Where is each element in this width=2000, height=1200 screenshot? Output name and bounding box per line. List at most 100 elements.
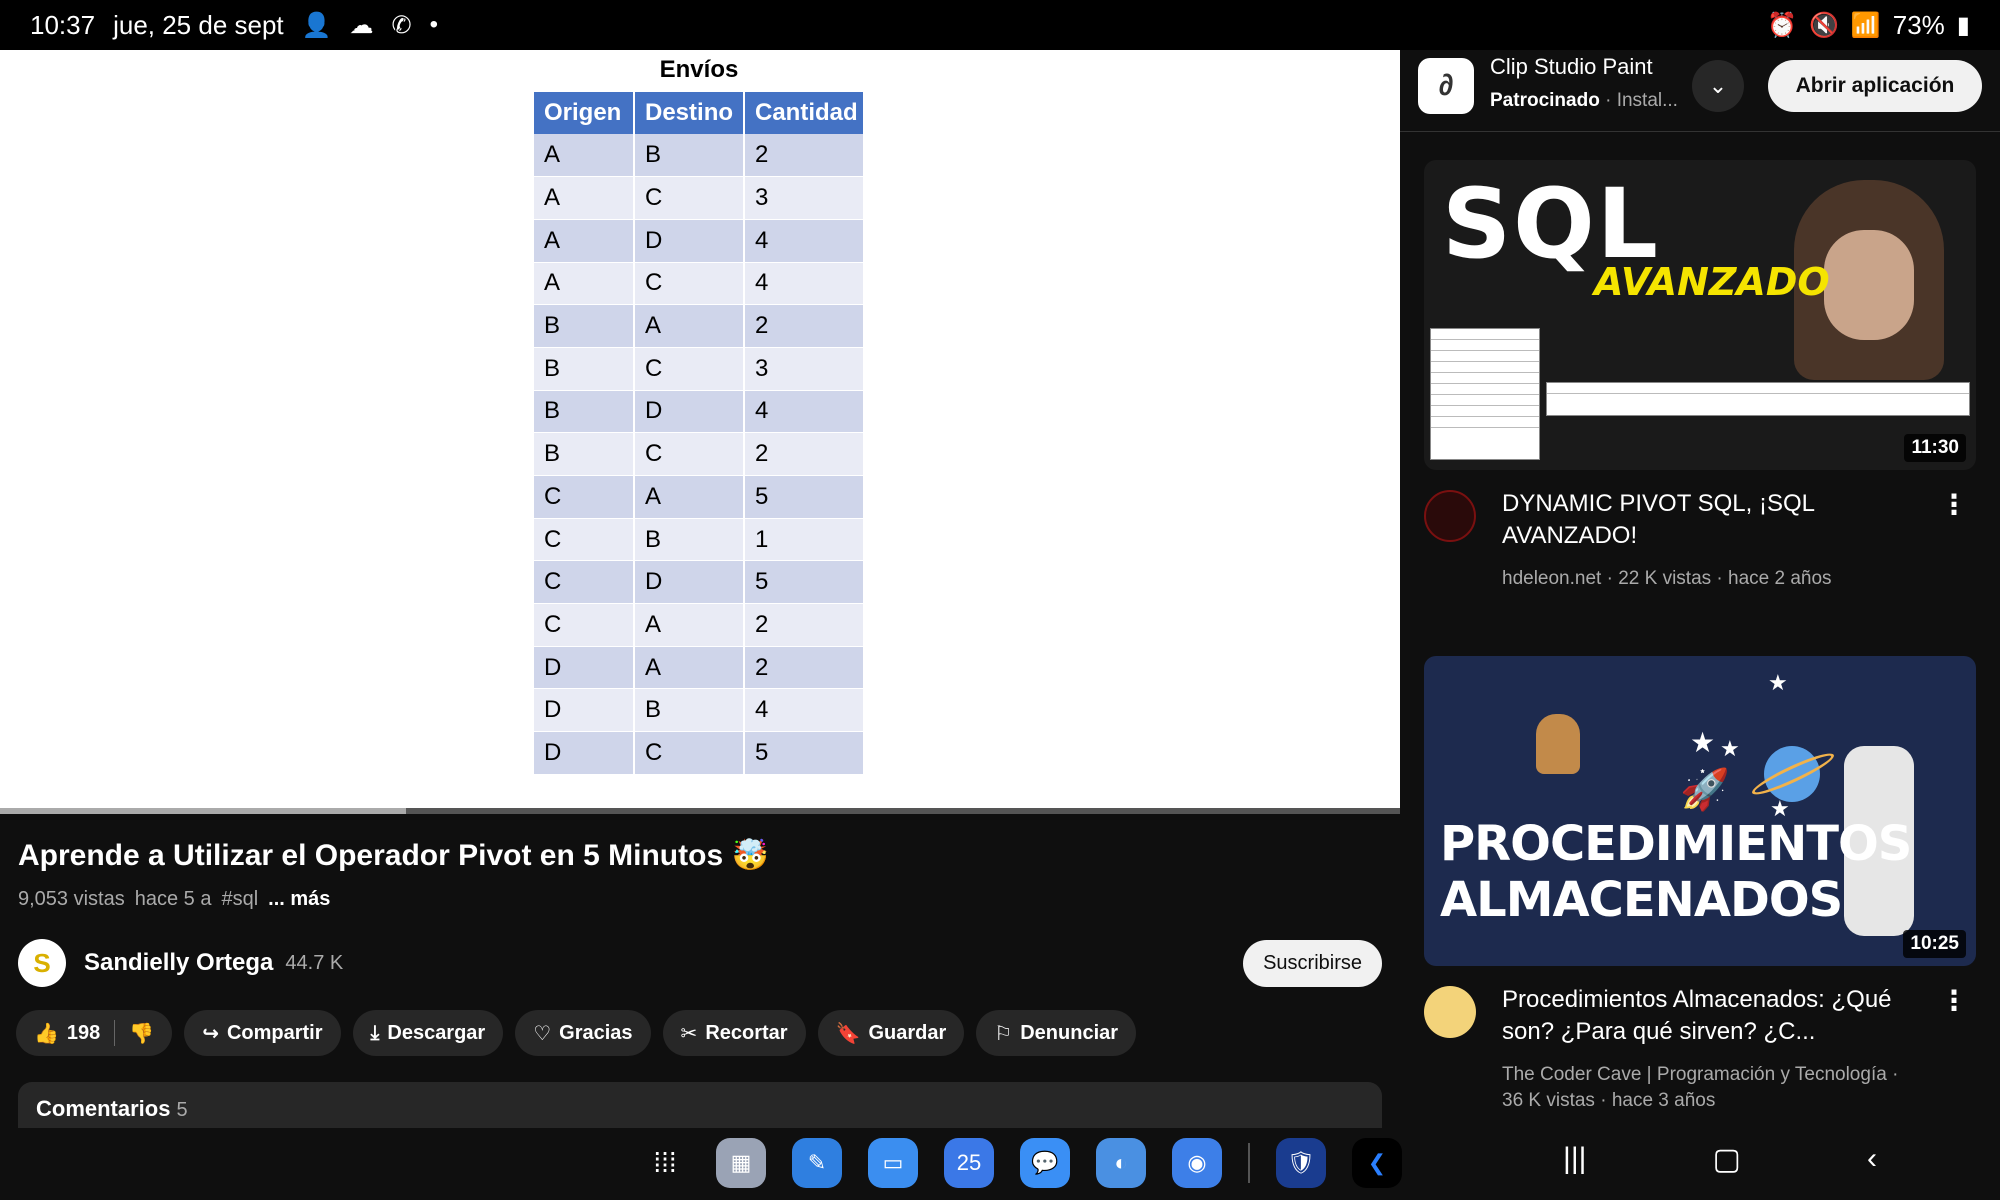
video-title[interactable]: DYNAMIC PIVOT SQL, ¡SQL AVANZADO! [1502, 488, 1922, 552]
like-dislike-group: 👍 198 👎 [16, 1010, 173, 1056]
mute-icon: 🔇 [1808, 11, 1839, 39]
thumbnail-pivot-graphic [1546, 382, 1970, 416]
share-button[interactable]: ↪ Compartir [184, 1010, 341, 1056]
table-row: BC3 [534, 347, 865, 391]
chevron-down-icon[interactable]: ⌄ [1692, 60, 1744, 112]
table-cell: C [534, 475, 635, 519]
table-cell: 4 [744, 219, 865, 263]
video-thumbnail[interactable]: ★ ★ ★ ★ 🚀 PROCEDIMIENTOS ALMACENADOS 10:… [1424, 656, 1976, 966]
table-row: BC2 [534, 432, 865, 476]
browser-app-icon[interactable]: ◐ [1096, 1138, 1146, 1188]
table-cell: B [634, 518, 745, 562]
subscribe-button[interactable]: Suscribirse [1243, 939, 1382, 987]
report-button[interactable]: ⚐ Denunciar [976, 1010, 1137, 1056]
calendar-app-icon[interactable]: 25 [944, 1138, 994, 1188]
save-button[interactable]: 🔖 Guardar [817, 1010, 965, 1056]
table-cell: A [534, 134, 635, 178]
bearded-character-icon [1536, 714, 1580, 774]
progress-fill [0, 808, 406, 814]
clip-button[interactable]: ✂ Recortar [662, 1010, 806, 1056]
wifi-icon: 📶 [1850, 11, 1881, 39]
column-header: Cantidad [744, 92, 865, 134]
sponsored-label: Patrocinado [1490, 90, 1600, 111]
app-drawer-icon[interactable]: ⁞⁞⁞ [640, 1138, 690, 1188]
thumbnail-text-avanzado: AVANZADO [1594, 260, 1830, 304]
table-row: CA2 [534, 603, 865, 647]
person-icon: 👤 [301, 11, 332, 39]
back-icon[interactable]: ‹ [1867, 1142, 1877, 1177]
thumbs-up-icon[interactable]: 👍 [34, 1021, 59, 1046]
envios-table: Origen Destino Cantidad AB2AC3AD4AC4BA2B… [534, 92, 865, 775]
camera-app-icon[interactable]: ◉ [1172, 1138, 1222, 1188]
progress-bar[interactable] [0, 808, 1400, 814]
column-header: Origen [534, 92, 635, 134]
channel-row: S Sandielly Ortega 44.7 K Suscribirse [18, 938, 1382, 988]
more-options-icon[interactable]: ⋮ [1940, 984, 1968, 1017]
comments-count: 5 [176, 1099, 188, 1121]
table-cell: 1 [744, 518, 865, 562]
video-meta: hdeleon.net · 22 K vistas · hace 2 años [1502, 568, 1832, 589]
messages-app-icon[interactable]: 💬 [1020, 1138, 1070, 1188]
video-meta-channel: The Coder Cave | Programación y Tecnolog… [1502, 1064, 1899, 1085]
brave-browser-icon[interactable]: 🛡 [1276, 1138, 1326, 1188]
battery-level: 73% [1892, 9, 1945, 40]
thumbnail-table-graphic [1430, 328, 1540, 460]
table-cell: C [634, 262, 745, 306]
table-row: DB4 [534, 688, 865, 733]
more-description-link[interactable]: ... más [268, 888, 330, 911]
thanks-label: Gracias [559, 1021, 633, 1044]
clip-studio-app-icon: ∂ [1418, 58, 1474, 114]
save-label: Guardar [868, 1021, 947, 1044]
channel-avatar[interactable]: S [18, 939, 66, 987]
share-label: Compartir [226, 1021, 323, 1044]
table-row: AD4 [534, 219, 865, 263]
video-title[interactable]: Procedimientos Almacenados: ¿Qué son? ¿P… [1502, 984, 1922, 1048]
app-dock: ⁞⁞⁞ ▦ ✎ ▭ 25 💬 ◐ ◉ 🛡 ❮ [640, 1138, 1402, 1188]
download-button[interactable]: ⤓ Descargar [352, 1010, 504, 1056]
table-body: AB2AC3AD4AC4BA2BC3BD4BC2CA5CB1CD5CA2DA2D… [534, 134, 865, 775]
more-notifications-icon: • [429, 11, 439, 38]
table-cell: D [634, 390, 745, 434]
more-options-icon[interactable]: ⋮ [1940, 488, 1968, 521]
app-folder-icon[interactable]: ▦ [716, 1138, 766, 1188]
table-header-row: Origen Destino Cantidad [534, 92, 865, 134]
table-cell: 3 [744, 176, 865, 220]
table-cell: C [634, 347, 745, 391]
table-cell: D [534, 646, 635, 690]
taskbar: ⁞⁞⁞ ▦ ✎ ▭ 25 💬 ◐ ◉ 🛡 ❮ ||| ▢ ‹ [0, 1128, 2000, 1200]
table-cell: 2 [744, 134, 865, 178]
hashtag-link[interactable]: #sql [221, 888, 258, 911]
like-count[interactable]: 198 [67, 1022, 100, 1045]
table-cell: A [534, 262, 635, 306]
recent-app-icon[interactable]: ❮ [1352, 1138, 1402, 1188]
table-cell: C [534, 560, 635, 605]
star-icon: ★ [1768, 670, 1788, 695]
divider [114, 1020, 116, 1046]
channel-name[interactable]: Sandielly Ortega [84, 949, 273, 977]
channel-avatar[interactable] [1424, 490, 1476, 542]
notes-app-icon[interactable]: ✎ [792, 1138, 842, 1188]
share-icon: ↪ [202, 1022, 219, 1045]
video-player[interactable]: Envíos Origen Destino Cantidad AB2AC3AD4… [0, 50, 1400, 810]
open-app-button[interactable]: Abrir aplicación [1768, 60, 1982, 112]
files-app-icon[interactable]: ▭ [868, 1138, 918, 1188]
table-cell: A [534, 219, 635, 263]
whatsapp-icon: ✆ [391, 11, 412, 39]
table-cell: A [634, 646, 745, 690]
thanks-button[interactable]: ♡ Gracias [515, 1010, 651, 1056]
video-meta[interactable]: 9,053 vistas hace 5 a #sql ... más [18, 888, 330, 911]
table-cell: C [634, 432, 745, 476]
video-thumbnail[interactable]: SQL AVANZADO 11:30 [1424, 160, 1976, 470]
channel-avatar[interactable] [1424, 986, 1476, 1038]
table-cell: B [534, 390, 635, 434]
ad-banner[interactable]: ∂ Clip Studio Paint Patrocinado · Instal… [1400, 40, 2000, 132]
table-cell: 2 [744, 603, 865, 647]
thumbs-down-icon[interactable]: 👎 [129, 1021, 154, 1046]
recent-apps-icon[interactable]: ||| [1563, 1142, 1586, 1177]
rocket-icon: 🚀 [1680, 768, 1730, 812]
table-cell: C [634, 731, 745, 775]
date: jue, 25 de sept [113, 9, 284, 40]
table-row: DC5 [534, 731, 865, 775]
home-icon[interactable]: ▢ [1713, 1142, 1741, 1177]
comments-section[interactable]: Comentarios 5 [18, 1082, 1382, 1128]
